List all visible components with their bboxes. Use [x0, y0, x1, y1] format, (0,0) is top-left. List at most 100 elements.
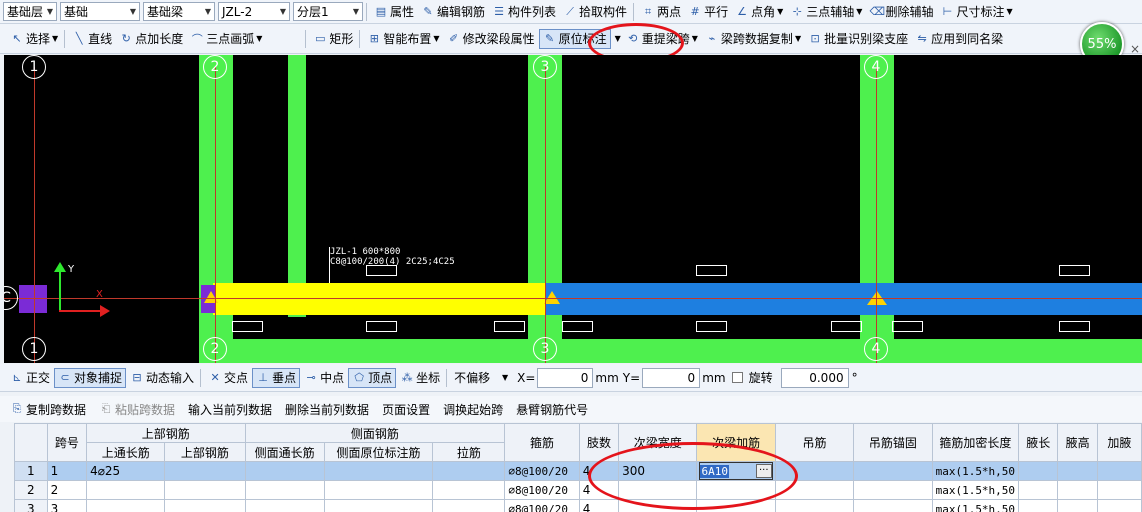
cell-haunch-height[interactable]	[1057, 461, 1098, 481]
floor-select[interactable]: 基础层 ▼	[3, 2, 57, 21]
batch-identify-support-button[interactable]: ⊡ 批量识别梁支座	[805, 29, 911, 49]
cell-side-through[interactable]	[244, 499, 325, 512]
parallel-button[interactable]: # 平行	[685, 2, 731, 22]
page-setup-button[interactable]: 页面设置	[379, 399, 433, 419]
rectangle-button[interactable]: ▭ 矩形	[310, 29, 356, 49]
perpendicular-snap-button[interactable]: ⊥ 垂点	[252, 367, 301, 388]
header-side-inplace[interactable]: 侧面原位标注筋	[323, 442, 434, 462]
cell-span[interactable]: 1	[46, 461, 88, 481]
properties-button[interactable]: ▤ 属性	[371, 2, 417, 22]
cell-haunch-height[interactable]	[1057, 480, 1098, 500]
ortho-button[interactable]: ⊾ 正交	[7, 368, 53, 388]
line-button[interactable]: ╲ 直线	[69, 29, 115, 49]
header-top-rebar[interactable]: 上部钢筋	[164, 442, 246, 462]
cell-hanger-anchor[interactable]	[853, 461, 933, 481]
cell-hanger-anchor[interactable]	[853, 499, 933, 512]
pick-component-button[interactable]: ⟋ 拾取构件	[560, 2, 630, 22]
point-angle-button[interactable]: ∠ 点角 ▼	[732, 2, 786, 22]
y-input[interactable]: 0	[642, 367, 701, 388]
close-icon[interactable]: ×	[1130, 42, 1140, 56]
table-row[interactable]: 3 3 ⌀8@100/20 4 max(1.5*h,50	[14, 499, 1142, 512]
cell-top-rebar[interactable]	[164, 480, 246, 500]
edit-rebar-button[interactable]: ✎ 编辑钢筋	[418, 2, 488, 22]
cell-side-inplace[interactable]	[323, 499, 434, 512]
select-button[interactable]: ↖ 选择 ▼	[7, 29, 61, 49]
cell-top-through[interactable]: 4⌀25	[86, 461, 166, 481]
x-input[interactable]: 0	[537, 367, 594, 388]
object-snap-button[interactable]: ⊂ 对象捕捉	[54, 367, 127, 388]
header-top-through[interactable]: 上通长筋	[86, 442, 166, 462]
annotation-slot[interactable]	[892, 321, 923, 332]
copy-span-data-button[interactable]: ⌁ 梁跨数据复制 ▼	[702, 29, 804, 49]
annotation-slot[interactable]	[232, 321, 263, 332]
dimension-button[interactable]: ⊢ 尺寸标注 ▼	[937, 2, 1015, 22]
beam-span-1-selected[interactable]	[213, 283, 546, 315]
dynamic-input-button[interactable]: ⊟ 动态输入	[127, 368, 197, 388]
cell-stirrup-dense-length[interactable]: max(1.5*h,50	[931, 461, 1020, 481]
rotate-checkbox[interactable]	[731, 372, 743, 383]
annotation-slot[interactable]	[831, 321, 862, 332]
annotation-slot[interactable]	[366, 321, 397, 332]
annotation-slot[interactable]	[1059, 321, 1090, 332]
three-point-axis-button[interactable]: ⊹ 三点辅轴 ▼	[787, 2, 865, 22]
delete-column-data-button[interactable]: 删除当前列数据	[282, 399, 372, 419]
delete-axis-button[interactable]: ⌫ 删除辅轴	[866, 2, 936, 22]
midpoint-snap-button[interactable]: ⊸ 中点	[301, 368, 347, 388]
coordinate-snap-button[interactable]: ⁂ 坐标	[397, 368, 443, 388]
category-select[interactable]: 基础 ▼	[60, 2, 140, 21]
swap-start-span-button[interactable]: 调换起始跨	[440, 399, 506, 419]
three-point-arc-button[interactable]: ⌒ 三点画弧 ▼	[187, 29, 265, 49]
column-axis-1[interactable]	[19, 285, 47, 313]
annotation-text[interactable]: JZL-1 600*800 C8@100/200(4) 2C25;4C25	[330, 247, 455, 267]
table-row[interactable]: 2 2 ⌀8@100/20 4 max(1.5*h,50	[14, 480, 1142, 500]
cantilever-rebar-code-button[interactable]: 悬臂钢筋代号	[513, 399, 591, 419]
copy-span-data-button[interactable]: ⎘ 复制跨数据	[7, 399, 89, 419]
cell-stirrup[interactable]: ⌀8@100/20	[504, 499, 580, 512]
cell-side-inplace[interactable]	[323, 480, 434, 500]
annotation-slot[interactable]	[562, 321, 593, 332]
annotation-slot[interactable]	[696, 265, 727, 276]
cell-hanger[interactable]	[774, 499, 855, 512]
offset-select[interactable]: 不偏移 ▼	[451, 368, 511, 388]
header-side-through[interactable]: 侧面通长筋	[244, 442, 325, 462]
cell-add-haunch[interactable]	[1096, 499, 1142, 512]
header-span[interactable]: 跨号	[46, 423, 88, 462]
cell-add-haunch[interactable]	[1096, 461, 1142, 481]
cell-tie[interactable]	[432, 480, 506, 500]
cell-stirrup-dense-length[interactable]: max(1.5*h,50	[931, 499, 1020, 512]
two-point-button[interactable]: ⌗ 两点	[638, 2, 684, 22]
input-column-data-button[interactable]: 输入当前列数据	[185, 399, 275, 419]
header-hanger-anchor[interactable]: 吊筋锚固	[853, 423, 933, 462]
annotation-slot[interactable]	[494, 321, 525, 332]
cell-top-rebar[interactable]	[164, 499, 246, 512]
cell-side-through[interactable]	[244, 461, 325, 481]
header-add-haunch[interactable]: 加腋	[1096, 423, 1142, 462]
modify-beam-segment-button[interactable]: ✐ 修改梁段属性	[444, 29, 538, 49]
cell-span[interactable]: 3	[46, 499, 88, 512]
intersection-snap-button[interactable]: ✕ 交点	[205, 368, 251, 388]
smart-layout-button[interactable]: ⊞ 智能布置 ▼	[364, 29, 442, 49]
annotation-slot[interactable]	[696, 321, 727, 332]
header-haunch-length[interactable]: 腋长	[1018, 423, 1059, 462]
layer-select[interactable]: 分层1 ▼	[293, 2, 363, 21]
point-length-button[interactable]: ↻ 点加长度	[116, 29, 186, 49]
header-tie[interactable]: 拉筋	[432, 442, 506, 462]
cell-side-inplace[interactable]	[323, 461, 434, 481]
cell-legs[interactable]: 4	[578, 499, 620, 512]
cell-stirrup[interactable]: ⌀8@100/20	[504, 461, 580, 481]
cell-top-through[interactable]	[86, 480, 166, 500]
cell-haunch-length[interactable]	[1018, 499, 1059, 512]
component-name-select[interactable]: JZL-2 ▼	[218, 2, 290, 21]
cell-side-through[interactable]	[244, 480, 325, 500]
cell-stirrup-dense-length[interactable]: max(1.5*h,50	[931, 480, 1020, 500]
drawing-canvas[interactable]: 1 2 3 4 1 2 3 4 C JZL-1 600*800 C8@100/2…	[4, 55, 1142, 363]
header-haunch-height[interactable]: 腋高	[1057, 423, 1098, 462]
cell-hanger-anchor[interactable]	[853, 480, 933, 500]
header-stirrup-dense-length[interactable]: 箍筋加密长度	[931, 423, 1020, 462]
cell-tie[interactable]	[432, 461, 506, 481]
header-hanger[interactable]: 吊筋	[774, 423, 855, 462]
component-type-select[interactable]: 基础梁 ▼	[143, 2, 215, 21]
cell-top-rebar[interactable]	[164, 461, 246, 481]
apply-same-name-button[interactable]: ⇋ 应用到同名梁	[912, 29, 1006, 49]
annotation-slot[interactable]	[366, 265, 397, 276]
